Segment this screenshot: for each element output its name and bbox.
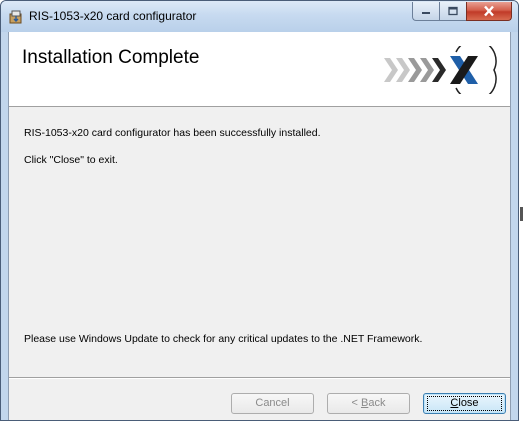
close-instruction: Click "Close" to exit. xyxy=(24,154,118,166)
window-close-button[interactable] xyxy=(466,2,512,21)
close-icon xyxy=(484,5,494,17)
back-label-prefix: < xyxy=(351,397,361,409)
window-title: RIS-1053-x20 card configurator xyxy=(29,9,197,23)
cancel-button[interactable]: Cancel xyxy=(231,393,314,414)
back-label-rest: ack xyxy=(368,397,386,409)
background-scroll-marker xyxy=(520,207,523,221)
page-title: Installation Complete xyxy=(22,47,200,68)
back-button[interactable]: < Back xyxy=(327,393,410,414)
dialog-client-area: Installation Complete RIS-1053-x20 card … xyxy=(8,32,511,420)
header-banner: Installation Complete xyxy=(9,32,510,107)
minimize-icon xyxy=(422,12,430,14)
close-button[interactable]: Close xyxy=(423,393,506,414)
installer-icon xyxy=(8,9,24,25)
focus-rectangle xyxy=(427,396,502,411)
cancel-label: Cancel xyxy=(255,397,290,409)
success-message: RIS-1053-x20 card configurator has been … xyxy=(24,127,321,139)
maximize-icon xyxy=(448,6,458,16)
caption-buttons xyxy=(412,2,512,22)
windows-update-note: Please use Windows Update to check for a… xyxy=(24,333,423,345)
title-bar[interactable]: RIS-1053-x20 card configurator xyxy=(1,1,518,32)
chevron-x-logo xyxy=(384,46,497,94)
minimize-button[interactable] xyxy=(412,2,439,21)
maximize-button[interactable] xyxy=(439,2,466,21)
installer-window: RIS-1053-x20 card configurator Installat… xyxy=(0,0,519,421)
button-separator xyxy=(9,377,510,379)
